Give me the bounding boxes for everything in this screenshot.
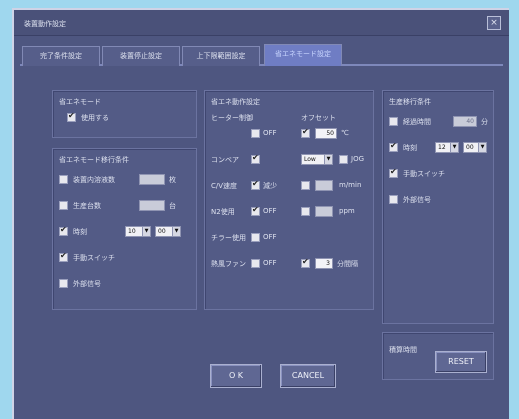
n2-value-checkbox[interactable] (301, 207, 310, 216)
recovery-hour-select[interactable]: 12 ▼ (435, 142, 459, 153)
manual-switch-label: 手動スイッチ (73, 254, 115, 262)
accum-label: 積算時間 (389, 346, 417, 354)
cv-speed-checkbox[interactable] (251, 179, 260, 190)
heater-off-label: OFF (263, 129, 277, 137)
jog-label: JOG (351, 155, 364, 163)
transition-panel: 省エネモード移行条件 装置内溶液数 枚 生産台数 台 時刻 10 ▼ 00 ▼ 手動… (52, 148, 197, 310)
eco-operation-panel: 省エネ動作設定 ヒーター制御 オフセット OFF 50 ℃ コンベア Low▼ … (204, 90, 374, 310)
offset-input[interactable]: 50 (315, 128, 337, 139)
tab-eco-mode[interactable]: 省エネモード設定 (264, 44, 342, 66)
time-label: 時刻 (73, 228, 87, 236)
ok-button[interactable]: O K (210, 364, 262, 388)
recovery-external-checkbox[interactable] (389, 195, 398, 204)
tab-completion[interactable]: 完了条件設定 (22, 46, 100, 66)
chiller-checkbox[interactable] (251, 233, 260, 242)
offset-checkbox[interactable] (301, 127, 310, 138)
close-button[interactable]: × (487, 16, 501, 30)
fan-interval-input[interactable]: 3 (315, 258, 333, 269)
chevron-down-icon: ▼ (324, 155, 332, 164)
chiller-label: チラー使用 (211, 234, 246, 242)
chevron-down-icon: ▼ (450, 143, 458, 152)
fan-off-label: OFF (263, 259, 277, 267)
board-count-label: 装置内溶液数 (73, 176, 115, 184)
heater-off-checkbox[interactable] (251, 129, 260, 138)
reset-button[interactable]: RESET (435, 351, 487, 373)
window-title: 装置動作設定 (24, 20, 66, 28)
recovery-panel: 生産移行条件 経過時間 40 分 時刻 12 ▼ 00 ▼ 手動スイッチ 外部信号 (382, 90, 494, 324)
production-count-unit: 台 (169, 202, 176, 210)
cv-speed-label: C/V速度 (211, 182, 238, 190)
cv-speed-value-checkbox[interactable] (301, 181, 310, 190)
board-count-unit: 枚 (169, 176, 176, 184)
conveyor-select[interactable]: Low ▼ (301, 154, 333, 165)
fan-interval-checkbox[interactable] (301, 257, 310, 268)
minute-select-value: 00 (158, 228, 166, 235)
use-eco-checkbox[interactable] (67, 111, 76, 122)
tab-limits[interactable]: 上下限範囲設定 (182, 46, 260, 66)
recovery-hour-value: 12 (438, 144, 446, 151)
eco-operation-heading: 省エネ動作設定 (211, 98, 260, 106)
conveyor-select-value: Low (304, 156, 316, 163)
recovery-minute-value: 00 (466, 144, 474, 151)
cv-speed-unit: m/min (339, 181, 362, 189)
eco-mode-heading: 省エネモード (59, 98, 101, 106)
n2-off-label: OFF (263, 207, 277, 215)
title-bar: 装置動作設定 × (14, 10, 509, 36)
cancel-button[interactable]: CANCEL (280, 364, 336, 388)
chiller-off-label: OFF (263, 233, 277, 241)
recovery-minute-select[interactable]: 00 ▼ (463, 142, 487, 153)
production-count-input[interactable] (139, 200, 165, 211)
production-count-label: 生産台数 (73, 202, 101, 210)
recovery-heading: 生産移行条件 (389, 98, 431, 106)
recovery-time-checkbox[interactable] (389, 141, 398, 152)
board-count-input[interactable] (139, 174, 165, 185)
external-signal-label: 外部信号 (73, 280, 101, 288)
chevron-down-icon: ▼ (478, 143, 486, 152)
n2-checkbox[interactable] (251, 205, 260, 216)
manual-switch-checkbox[interactable] (59, 251, 68, 262)
use-eco-label: 使用する (81, 114, 109, 122)
recovery-manual-checkbox[interactable] (389, 167, 398, 178)
recovery-time-label: 時刻 (403, 144, 417, 152)
time-checkbox[interactable] (59, 225, 68, 236)
heater-label: ヒーター制御 (211, 114, 253, 122)
external-signal-checkbox[interactable] (59, 279, 68, 288)
hour-select-value: 10 (128, 228, 136, 235)
elapsed-time-checkbox[interactable] (389, 117, 398, 126)
eco-mode-panel: 省エネモード 使用する (52, 90, 197, 138)
tab-bar: 完了条件設定 装置停止設定 上下限範囲設定 省エネモード設定 (20, 44, 503, 66)
conveyor-label: コンベア (211, 156, 239, 164)
cv-speed-input[interactable] (315, 180, 333, 191)
settings-window: 装置動作設定 × 完了条件設定 装置停止設定 上下限範囲設定 省エネモード設定 … (12, 8, 509, 419)
fan-checkbox[interactable] (251, 259, 260, 268)
transition-heading: 省エネモード移行条件 (59, 156, 129, 164)
conveyor-checkbox[interactable] (251, 153, 260, 164)
elapsed-time-input[interactable]: 40 (453, 116, 477, 127)
accum-panel: 積算時間 RESET (382, 332, 494, 380)
recovery-manual-label: 手動スイッチ (403, 170, 445, 178)
production-count-checkbox[interactable] (59, 201, 68, 210)
elapsed-time-label: 経過時間 (403, 118, 431, 126)
n2-label: N2使用 (211, 208, 235, 216)
n2-unit: ppm (339, 207, 355, 215)
jog-checkbox[interactable] (339, 155, 348, 164)
chevron-down-icon: ▼ (142, 227, 150, 236)
fan-interval-unit: 分間隔 (337, 260, 358, 268)
hour-select[interactable]: 10 ▼ (125, 226, 151, 237)
fan-label: 熱風ファン (211, 260, 246, 268)
cv-speed-reduce-label: 減少 (263, 182, 277, 190)
recovery-external-label: 外部信号 (403, 196, 431, 204)
minute-select[interactable]: 00 ▼ (155, 226, 181, 237)
offset-unit: ℃ (341, 129, 349, 137)
board-count-checkbox[interactable] (59, 175, 68, 184)
offset-label: オフセット (301, 114, 336, 122)
chevron-down-icon: ▼ (172, 227, 180, 236)
elapsed-time-unit: 分 (481, 118, 488, 126)
tab-stop[interactable]: 装置停止設定 (102, 46, 180, 66)
n2-input[interactable] (315, 206, 333, 217)
